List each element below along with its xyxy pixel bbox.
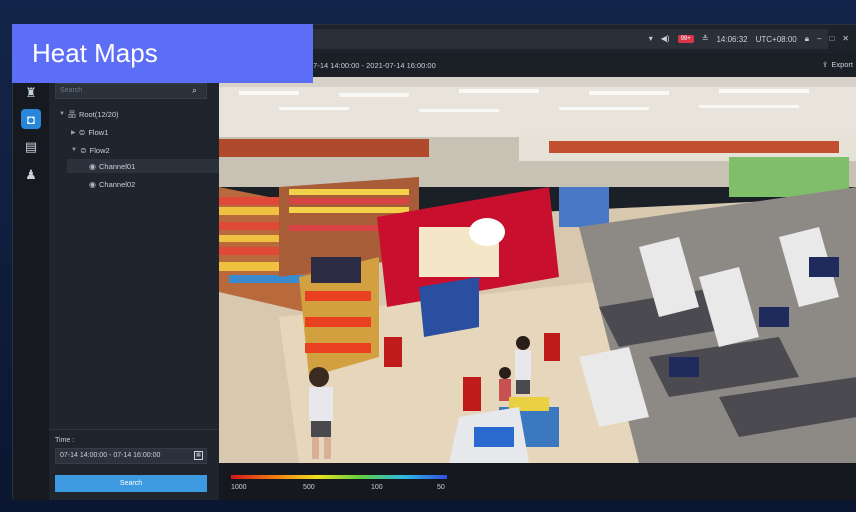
tree-channel01[interactable]: ◉ Channel01 [67, 159, 219, 173]
time-label: Time : [55, 437, 75, 444]
chevron-down-icon[interactable]: ▼ [59, 111, 65, 117]
maximize-icon[interactable]: □ [829, 35, 834, 43]
export-icon: ⇪ [822, 60, 829, 69]
divider [49, 429, 219, 430]
tree-flow1-label: Flow1 [88, 127, 109, 137]
page-title-banner: Heat Maps [12, 24, 313, 83]
download-icon[interactable]: ▾ [649, 35, 653, 43]
calendar-icon[interactable]: ▦ [194, 451, 203, 460]
app-window: ▾ ◀) 99+ ≛ 14:06:32 UTC+08:00 🔒︎ – □ ✕ 0… [12, 24, 856, 500]
document-icon[interactable]: ▤ [21, 137, 41, 157]
time-range-input[interactable]: 07-14 14:00:00 - 07-14 16:00:00 ▦ [55, 448, 207, 464]
close-icon[interactable]: ✕ [842, 35, 849, 43]
network-icon: 品 [67, 109, 76, 119]
video-preview[interactable] [219, 77, 856, 463]
tree-root-label: Root(12/20) [78, 109, 119, 119]
heat-gradient-bar [231, 475, 447, 479]
search-icon[interactable]: ⌕ [192, 85, 215, 96]
person-icon[interactable]: ♜ [21, 83, 41, 103]
system-tray: ▾ ◀) 99+ ≛ 14:06:32 UTC+08:00 🔒︎ – □ ✕ [649, 25, 849, 53]
sub-toolbar: 07-14 14:00:00 - 2021-07-14 16:00:00 ⇪ E… [219, 53, 856, 77]
chevron-down-icon[interactable]: ▼ [71, 147, 77, 153]
time-range-value: 07-14 14:00:00 - 07-14 16:00:00 [60, 452, 161, 459]
tree-root[interactable]: ▼ 品 Root(12/20) [59, 107, 119, 121]
camera-group-icon: ⊜ [78, 127, 86, 137]
alarm-badge[interactable]: 99+ [677, 35, 694, 43]
camera-icon: ◉ [89, 161, 96, 171]
user-group-icon[interactable]: ♟ [21, 165, 41, 185]
speaker-icon[interactable]: ◀) [661, 35, 670, 43]
camera-group-icon: ⊜ [79, 145, 87, 155]
tree-flow2[interactable]: ▼ ⊜ Flow2 [71, 143, 110, 157]
icon-rail: ♜ ◘ ▤ ♟ [13, 77, 49, 500]
chevron-right-icon[interactable]: ▶ [71, 129, 76, 136]
minimize-icon[interactable]: – [817, 35, 821, 43]
export-label: Export [831, 60, 853, 69]
tree-flow2-label: Flow2 [89, 145, 110, 155]
tree-flow1[interactable]: ▶ ⊜ Flow1 [71, 125, 108, 139]
store-scene-image [219, 77, 856, 463]
monitor-icon[interactable]: ◘ [21, 109, 41, 129]
legend-label-50: 50 [437, 484, 445, 491]
lock-icon[interactable]: 🔒︎ [805, 35, 809, 43]
camera-icon: ◉ [89, 179, 96, 189]
tree-channel02-label: Channel02 [98, 179, 136, 189]
user-icon[interactable]: ≛ [702, 35, 709, 43]
device-sidebar: Search ⌕ ▼ 品 Root(12/20) ▶ ⊜ Flow1 ▼ ⊜ F… [49, 77, 219, 500]
search-button[interactable]: Search [55, 475, 207, 492]
tree-channel01-label: Channel01 [98, 161, 136, 171]
legend-label-500: 500 [303, 484, 315, 491]
tree-channel02[interactable]: ◉ Channel02 [89, 177, 135, 191]
heatmap-legend: 1000 500 100 50 [219, 463, 856, 500]
clock: 14:06:32 [716, 34, 748, 44]
search-input[interactable]: Search [55, 83, 207, 99]
legend-label-100: 100 [371, 484, 383, 491]
export-button[interactable]: ⇪ Export [822, 60, 853, 69]
legend-label-1000: 1000 [231, 484, 247, 491]
timezone: UTC+08:00 [755, 34, 797, 44]
time-range-display: 07-14 14:00:00 - 2021-07-14 16:00:00 [309, 61, 436, 70]
